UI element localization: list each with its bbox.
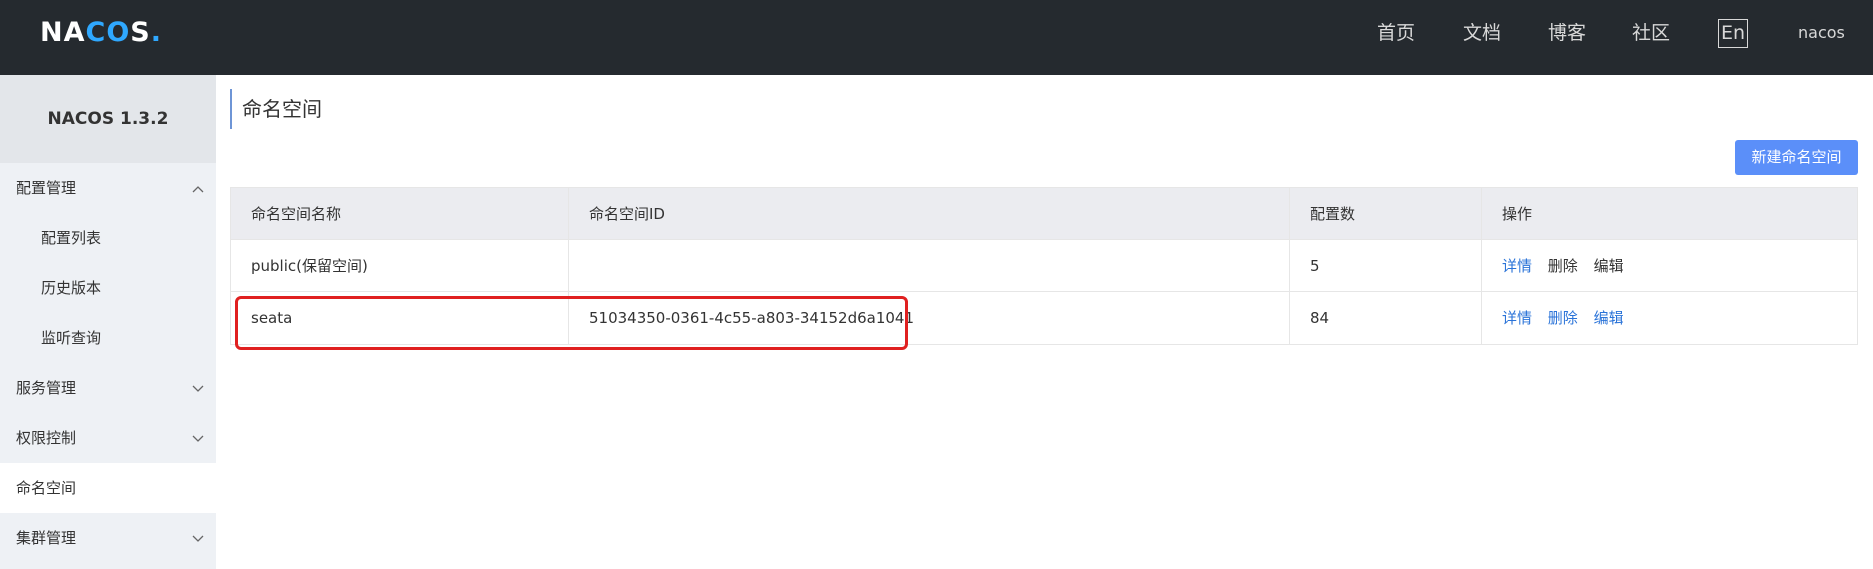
- nav-community[interactable]: 社区: [1632, 0, 1670, 66]
- details-link[interactable]: 详情: [1502, 292, 1532, 344]
- table-row: seata 51034350-0361-4c55-a803-34152d6a10…: [231, 292, 1857, 344]
- logo-text-tail: S: [130, 17, 151, 48]
- column-header-config-count: 配置数: [1290, 188, 1482, 240]
- column-header-operations: 操作: [1502, 205, 1533, 223]
- edit-link[interactable]: 编辑: [1594, 292, 1624, 344]
- nav-blog[interactable]: 博客: [1548, 0, 1586, 66]
- new-namespace-button[interactable]: 新建命名空间: [1735, 140, 1858, 175]
- language-toggle-button[interactable]: En: [1718, 19, 1748, 48]
- column-header-name: 命名空间名称: [231, 188, 569, 240]
- table-header-row: 命名空间名称 命名空间ID 配置数 操作: [231, 188, 1857, 240]
- operations-cell: 详情 删除 编辑: [1482, 240, 1859, 292]
- sidebar-item-label: 服务管理: [16, 379, 77, 397]
- sidebar-item-config-list[interactable]: 配置列表: [0, 213, 216, 263]
- details-link[interactable]: 详情: [1502, 240, 1532, 292]
- sidebar-item-access-control[interactable]: 权限控制: [0, 413, 216, 463]
- namespace-id-cell: 51034350-0361-4c55-a803-34152d6a1041: [569, 292, 1290, 344]
- sidebar-item-label: 配置列表: [41, 229, 102, 247]
- delete-link[interactable]: 删除: [1548, 292, 1578, 344]
- user-menu[interactable]: nacos: [1798, 0, 1845, 66]
- logo-text-main: NA: [40, 17, 86, 48]
- namespace-table: 命名空间名称 命名空间ID 配置数 操作 public(保留空间) 5 详情 删…: [230, 187, 1858, 345]
- sidebar-item-label: 命名空间: [16, 479, 77, 497]
- delete-link[interactable]: 删除: [1548, 240, 1578, 292]
- sidebar-item-config-management[interactable]: 配置管理: [0, 163, 216, 213]
- sidebar-title: NACOS 1.3.2: [0, 75, 216, 163]
- main-content: 命名空间 新建命名空间 命名空间名称 命名空间ID 配置数 操作 public(…: [216, 75, 1873, 569]
- operations-cell: 详情 删除 编辑: [1482, 292, 1859, 344]
- logo-text-accent: CO: [85, 17, 131, 48]
- chevron-down-icon: [192, 513, 204, 569]
- sidebar-item-label: 监听查询: [41, 329, 102, 347]
- config-count-cell: 84: [1290, 292, 1482, 344]
- namespace-id-cell: [569, 240, 1290, 292]
- sidebar-item-namespace[interactable]: 命名空间: [0, 463, 216, 513]
- top-navbar: NACOS. 首页 文档 博客 社区 En nacos: [0, 0, 1873, 75]
- sidebar-item-label: 权限控制: [16, 429, 77, 447]
- logo-dot: .: [150, 17, 162, 48]
- sidebar-item-history[interactable]: 历史版本: [0, 263, 216, 313]
- config-count-cell: 5: [1290, 240, 1482, 292]
- column-header-id: 命名空间ID: [569, 188, 1290, 240]
- nacos-logo[interactable]: NACOS.: [40, 16, 162, 50]
- nav-docs[interactable]: 文档: [1463, 0, 1501, 66]
- sidebar-item-label: 历史版本: [41, 279, 102, 297]
- sidebar: NACOS 1.3.2 配置管理 配置列表 历史版本 监听查询 服务管理 权限控…: [0, 75, 216, 569]
- page-title: 命名空间: [230, 89, 322, 129]
- namespace-name-cell: public(保留空间): [231, 240, 569, 292]
- sidebar-item-label: 集群管理: [16, 529, 77, 547]
- sidebar-item-listener-query[interactable]: 监听查询: [0, 313, 216, 363]
- sidebar-item-label: 配置管理: [16, 179, 77, 197]
- sidebar-item-service-management[interactable]: 服务管理: [0, 363, 216, 413]
- table-row: public(保留空间) 5 详情 删除 编辑: [231, 240, 1857, 292]
- sidebar-item-cluster-management[interactable]: 集群管理: [0, 513, 216, 563]
- nav-home[interactable]: 首页: [1377, 0, 1415, 66]
- edit-link[interactable]: 编辑: [1594, 240, 1624, 292]
- namespace-name-cell: seata: [231, 292, 569, 344]
